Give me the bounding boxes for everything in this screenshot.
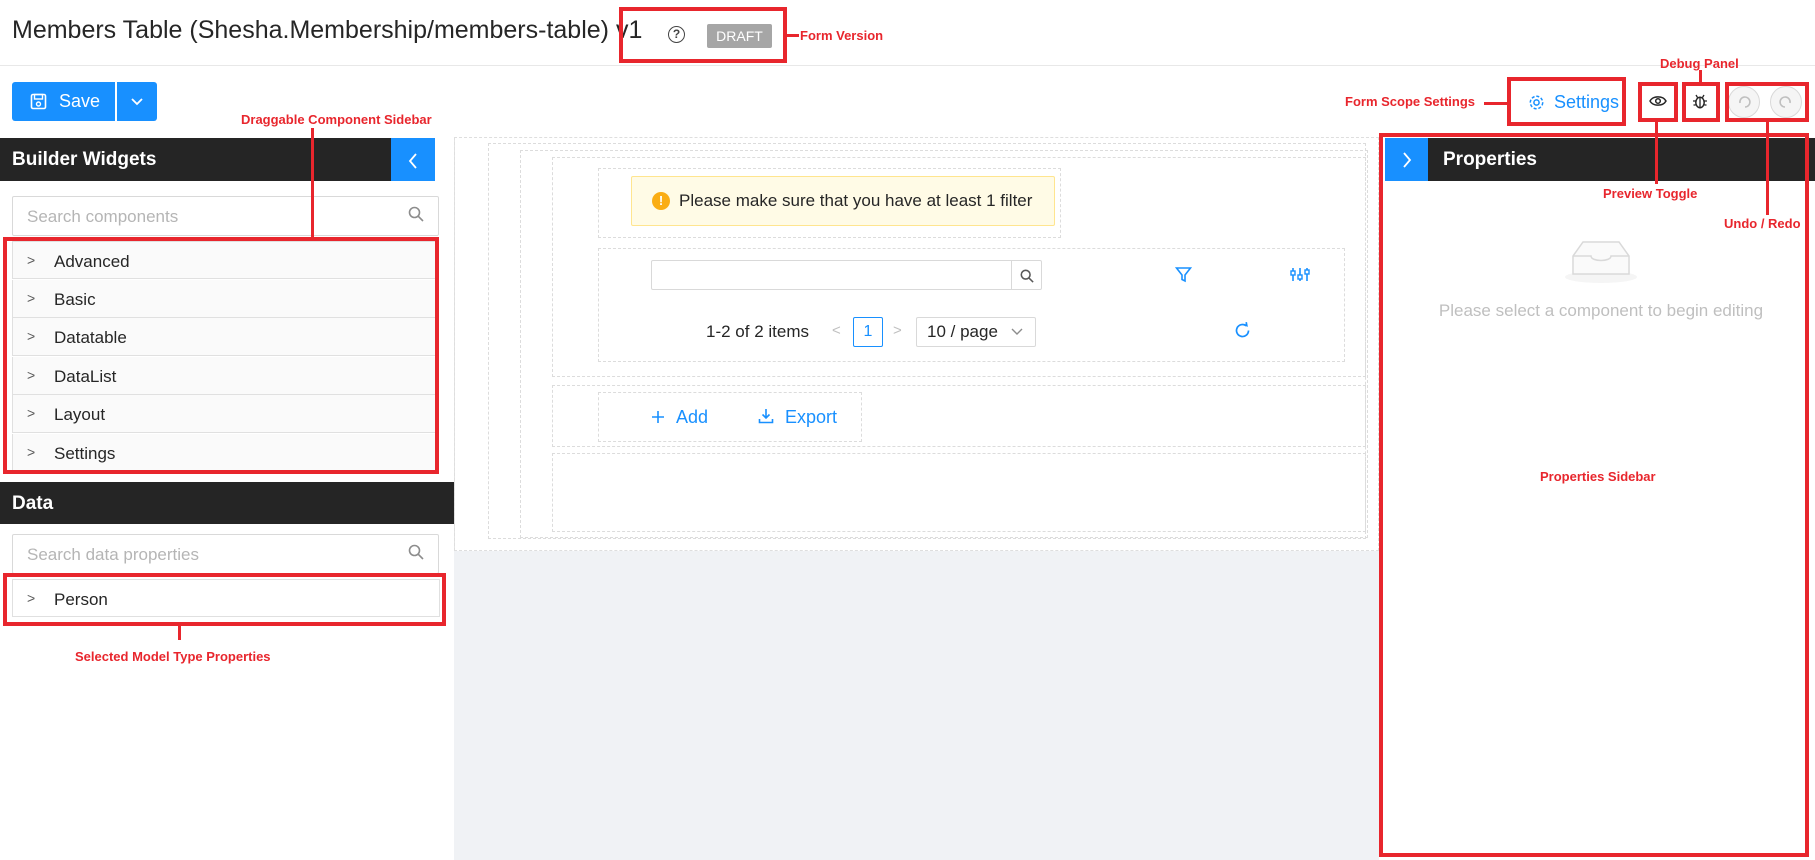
add-label: Add [676,407,709,427]
data-header: Data [0,482,454,524]
next-page-icon[interactable]: > [893,322,902,339]
table-search-input[interactable] [651,260,1042,290]
form-scope-settings-connector [1484,102,1508,105]
alert-text: Please make sure that you have at least … [679,191,1033,210]
selected-model-connector [178,626,181,640]
header-divider [0,65,1815,66]
page-size-select[interactable]: 10 / page [916,317,1036,347]
page-size-value: 10 / page [927,322,998,341]
search-icon [408,544,424,560]
filter-warning-alert: ! Please make sure that you have at leas… [631,176,1055,226]
save-icon [30,93,47,110]
draggable-sidebar-note: Draggable Component Sidebar [241,112,432,127]
download-icon [758,409,774,424]
plus-icon [652,411,664,423]
search-icon [1020,269,1034,283]
form-version-connector [787,34,799,37]
properties-sidebar-note: Properties Sidebar [1540,469,1656,484]
preview-toggle-highlight [1638,82,1678,122]
undo-redo-highlight [1725,82,1809,122]
prev-page-icon[interactable]: < [832,322,841,339]
refresh-icon[interactable] [1233,321,1252,340]
component-search-input[interactable]: Search components [12,196,439,236]
debug-panel-note: Debug Panel [1660,56,1739,71]
pagination-summary: 1-2 of 2 items [706,322,809,341]
collapse-sidebar-button[interactable] [391,138,435,181]
selected-model-note: Selected Model Type Properties [75,649,271,664]
page-title: Members Table (Shesha.Membership/members… [12,16,643,44]
export-button[interactable]: Export [758,407,837,428]
filter-icon[interactable] [1175,266,1192,283]
form-scope-settings-highlight [1507,77,1626,126]
save-label: Save [59,91,101,111]
properties-sidebar-highlight [1379,133,1809,857]
debug-panel-connector [1699,70,1702,82]
data-search-placeholder: Search data properties [27,545,199,564]
page-1[interactable]: 1 [853,317,883,347]
data-search-input[interactable]: Search data properties [12,534,439,574]
save-button[interactable]: Save [12,82,115,121]
chevron-left-icon [408,153,417,169]
save-options-dropdown[interactable] [117,82,157,121]
canvas-background [454,551,1379,860]
warning-icon: ! [652,192,670,210]
builder-widgets-title: Builder Widgets [12,149,157,170]
component-search-placeholder: Search components [27,207,179,226]
export-label: Export [785,407,838,427]
debug-panel-highlight [1682,82,1720,122]
data-title: Data [12,493,54,514]
column-settings-icon[interactable] [1290,266,1310,283]
draggable-sidebar-highlight [3,237,439,474]
draggable-sidebar-connector [311,128,314,240]
form-scope-settings-note: Form Scope Settings [1345,94,1476,109]
form-version-note: Form Version [800,28,884,43]
builder-widgets-header: Builder Widgets [0,138,391,181]
empty-drop-zone[interactable] [552,453,1366,532]
search-icon [408,206,424,222]
form-version-highlight [619,7,787,63]
selected-model-highlight [3,573,446,626]
add-button[interactable]: Add [651,407,708,428]
chevron-down-icon [1011,328,1023,335]
table-search-button[interactable] [1011,261,1041,289]
chevron-down-icon [131,98,143,106]
